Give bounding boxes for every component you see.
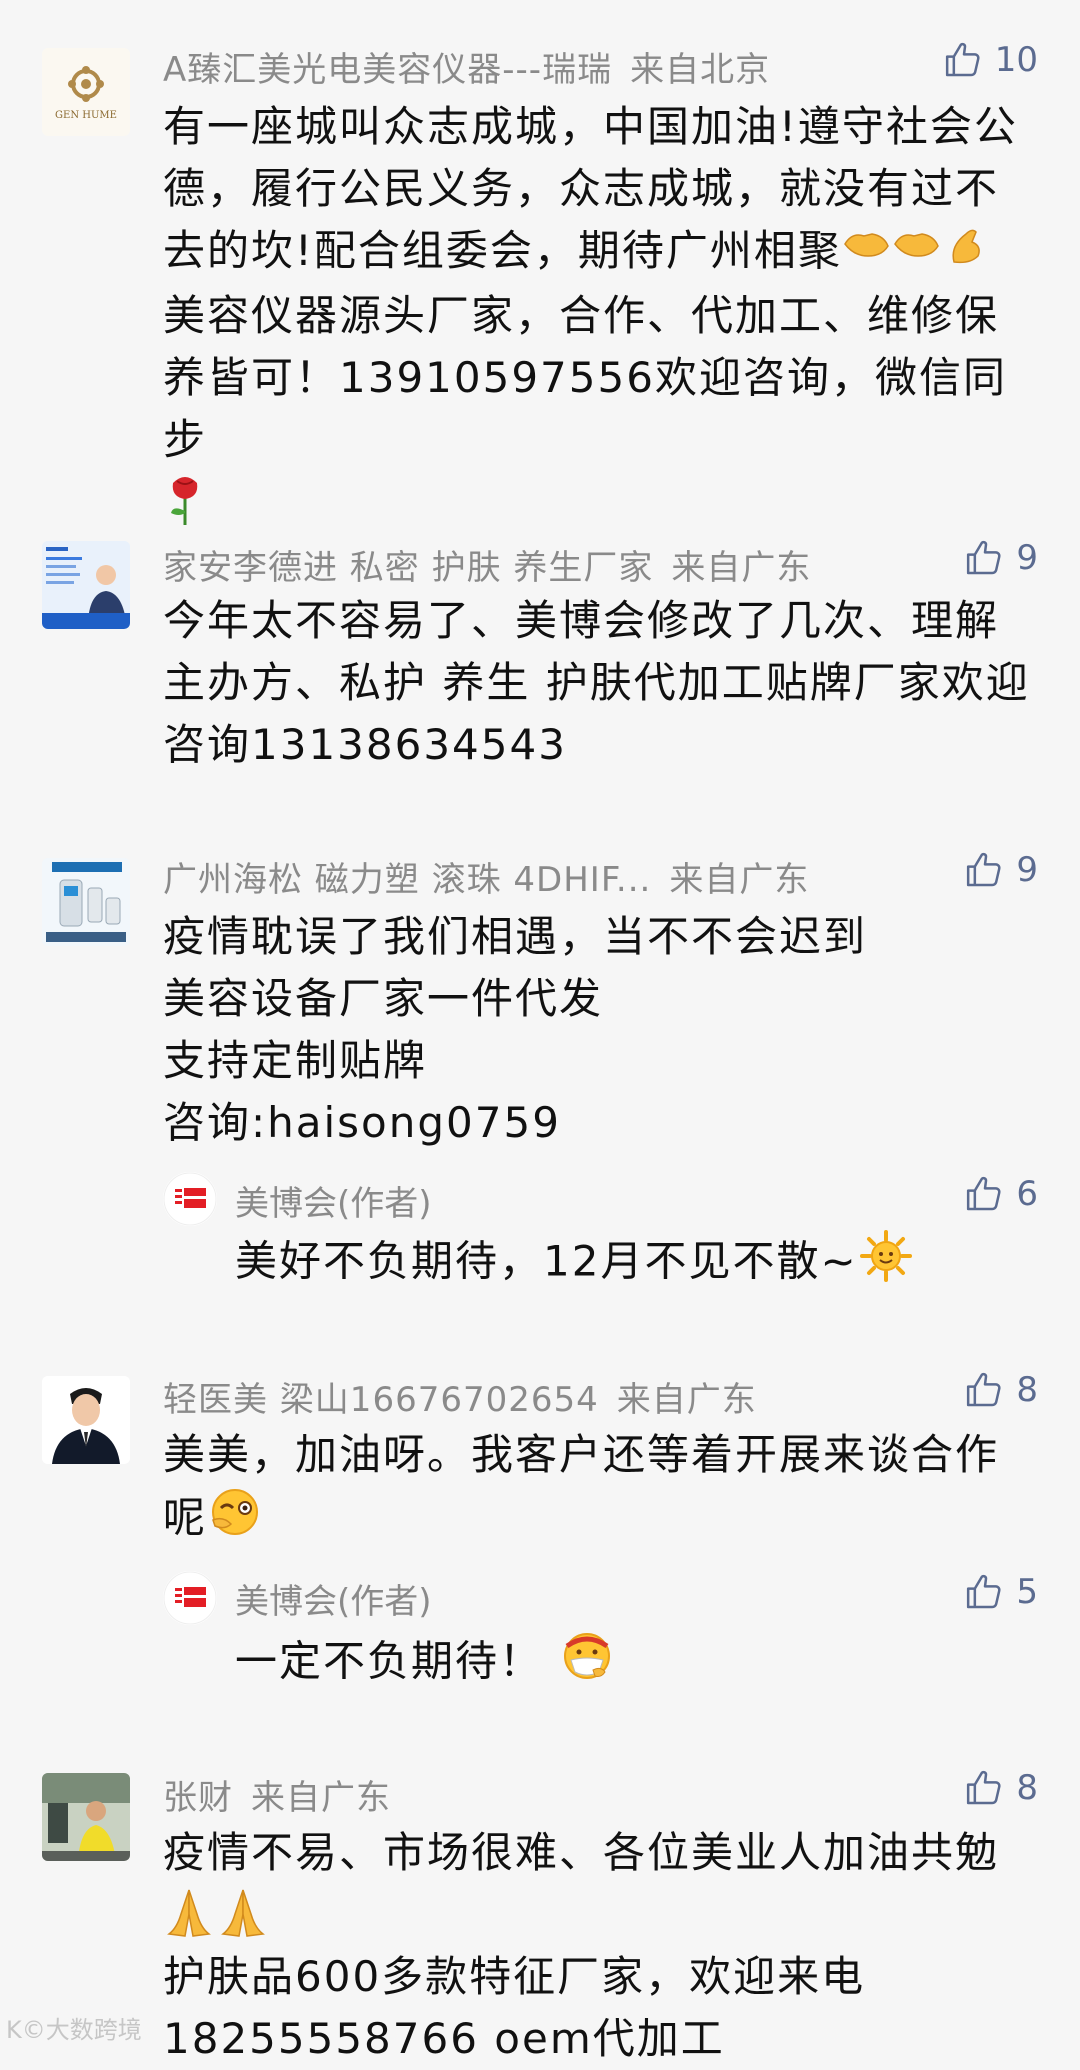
comment-line: 咨询13138634543 <box>163 720 567 769</box>
like-count: 9 <box>1016 850 1038 890</box>
comment-line: 德，履行公民义务，众志成城，就没有过不 <box>163 164 1000 213</box>
like-button[interactable]: 5 <box>964 1572 1038 1612</box>
commenter-name-text[interactable]: A臻汇美光电美容仪器---瑞瑞 <box>163 50 612 90</box>
commenter-name[interactable]: 广州海松 磁力塑 滚珠 4DHIF... 来自广东 <box>163 852 809 901</box>
comment-line: 18255558766 oem代加工 <box>163 2014 725 2063</box>
commenter-name-text[interactable]: 轻医美 梁山16676702654 <box>163 1380 599 1420</box>
comment-line: 美容仪器源头厂家，合作、代加工、维修保 <box>163 291 1000 340</box>
reply-text: 一定不负期待！ <box>235 1628 615 1700</box>
author-avatar[interactable] <box>163 1571 217 1625</box>
like-button[interactable]: 8 <box>964 1768 1038 1808</box>
like-button[interactable]: 9 <box>964 850 1038 890</box>
comment-line: 美容设备厂家一件代发 <box>163 974 604 1023</box>
thumbs-up-icon <box>964 1370 1004 1410</box>
comment-text: 美美，加油呀。我客户还等着开展来谈合作 呢 <box>163 1424 1033 1555</box>
thumbs-up-icon <box>964 1768 1004 1808</box>
like-button[interactable]: 9 <box>964 538 1038 578</box>
author-name[interactable]: 美博会(作者) <box>235 1176 432 1225</box>
like-count: 9 <box>1016 538 1038 578</box>
handshake-emoji-icon <box>842 222 992 285</box>
like-button[interactable]: 10 <box>943 40 1038 80</box>
comment-text: 今年太不容易了、美博会修改了几次、理解 主办方、私护 养生 护肤代加工贴牌厂家欢… <box>163 590 1033 776</box>
commenter-name-text[interactable]: 家安李德进 私密 护肤 养生厂家 <box>163 548 653 588</box>
comment-text: 疫情耽误了我们相遇，当不不会迟到 美容设备厂家一件代发 支持定制贴牌 咨询:ha… <box>163 906 1033 1154</box>
like-count: 10 <box>994 40 1038 80</box>
thumbs-up-icon <box>943 40 983 80</box>
thumbs-up-icon <box>964 850 1004 890</box>
location-label: 来自广东 <box>251 1778 391 1818</box>
like-count: 5 <box>1016 1572 1038 1612</box>
location-label: 来自北京 <box>630 50 771 90</box>
location-label: 来自广东 <box>616 1380 757 1420</box>
reply-text-content: 一定不负期待！ <box>235 1636 544 1686</box>
comment-line: 养皆可！13910597556欢迎咨询，微信同步 <box>163 353 1007 464</box>
thumbs-up-icon <box>964 1174 1004 1214</box>
comment-line: 咨询:haisong0759 <box>163 1098 561 1147</box>
comment-line: 疫情耽误了我们相遇，当不不会迟到 <box>163 912 868 961</box>
watermark: K©大数跨境 <box>6 2016 142 2044</box>
location-label: 来自广东 <box>671 548 812 588</box>
comment-line: 支持定制贴牌 <box>163 1036 428 1085</box>
thumbs-up-icon <box>964 538 1004 578</box>
comment-line: 呢 <box>163 1486 1033 1555</box>
wink-emoji-icon <box>207 1486 263 1555</box>
thumbs-up-icon <box>964 1572 1004 1612</box>
like-count: 6 <box>1016 1174 1038 1214</box>
comment-text: 疫情不易、市场很难、各位美业人加油共勉 护肤品600多款特征厂家，欢迎来电 18… <box>163 1822 1033 2070</box>
comment-line: 去的坎!配合组委会，期待广州相聚 <box>163 220 1033 285</box>
location-label: 来自广东 <box>669 860 810 900</box>
commenter-name-text[interactable]: 广州海松 磁力塑 滚珠 4DHIF... <box>163 860 651 900</box>
comment-line: 有一座城叫众志成城，中国加油!遵守社会公 <box>163 102 1018 151</box>
like-button[interactable]: 6 <box>964 1174 1038 1214</box>
author-name[interactable]: 美博会(作者) <box>235 1574 432 1623</box>
comment-line: 主办方、私护 养生 护肤代加工贴牌厂家欢迎 <box>163 658 1030 707</box>
reply-text-content: 美好不负期待，12月不见不散~ <box>235 1236 858 1286</box>
like-count: 8 <box>1016 1768 1038 1808</box>
avatar[interactable]: GEN HUME <box>42 48 130 136</box>
pray-emoji-icon <box>163 1884 1033 1946</box>
comment-line: 今年太不容易了、美博会修改了几次、理解 <box>163 596 1000 645</box>
avatar[interactable] <box>42 1376 130 1464</box>
comment-text: 有一座城叫众志成城，中国加油!遵守社会公 德，履行公民义务，众志成城，就没有过不… <box>163 96 1033 533</box>
author-avatar[interactable] <box>163 1172 217 1226</box>
avatar[interactable] <box>42 1773 130 1861</box>
commenter-name[interactable]: 张财 来自广东 <box>163 1770 391 1819</box>
commenter-name[interactable]: 轻医美 梁山16676702654 来自广东 <box>163 1372 757 1421</box>
mask-emoji-icon <box>559 1628 615 1700</box>
avatar-logo-text: GEN HUME <box>55 110 117 121</box>
comment-line: 美美，加油呀。我客户还等着开展来谈合作 <box>163 1430 1000 1479</box>
comment-line: 疫情不易、市场很难、各位美业人加油共勉 <box>163 1828 1000 1877</box>
commenter-name[interactable]: A臻汇美光电美容仪器---瑞瑞 来自北京 <box>163 42 770 91</box>
commenter-name-text[interactable]: 张财 <box>163 1778 233 1818</box>
commenter-name[interactable]: 家安李德进 私密 护肤 养生厂家 来自广东 <box>163 540 811 589</box>
comment-line-text: 呢 <box>163 1493 208 1542</box>
rose-emoji-icon <box>163 471 1033 533</box>
reply-text: 美好不负期待，12月不见不散~ <box>235 1230 914 1298</box>
comment-line-text: 去的坎!配合组委会，期待广州相聚 <box>163 226 842 275</box>
avatar[interactable] <box>42 541 130 629</box>
like-button[interactable]: 8 <box>964 1370 1038 1410</box>
like-count: 8 <box>1016 1370 1038 1410</box>
comment-line: 护肤品600多款特征厂家，欢迎来电 <box>163 1952 866 2001</box>
sun-emoji-icon <box>858 1230 914 1298</box>
avatar[interactable] <box>42 858 130 946</box>
